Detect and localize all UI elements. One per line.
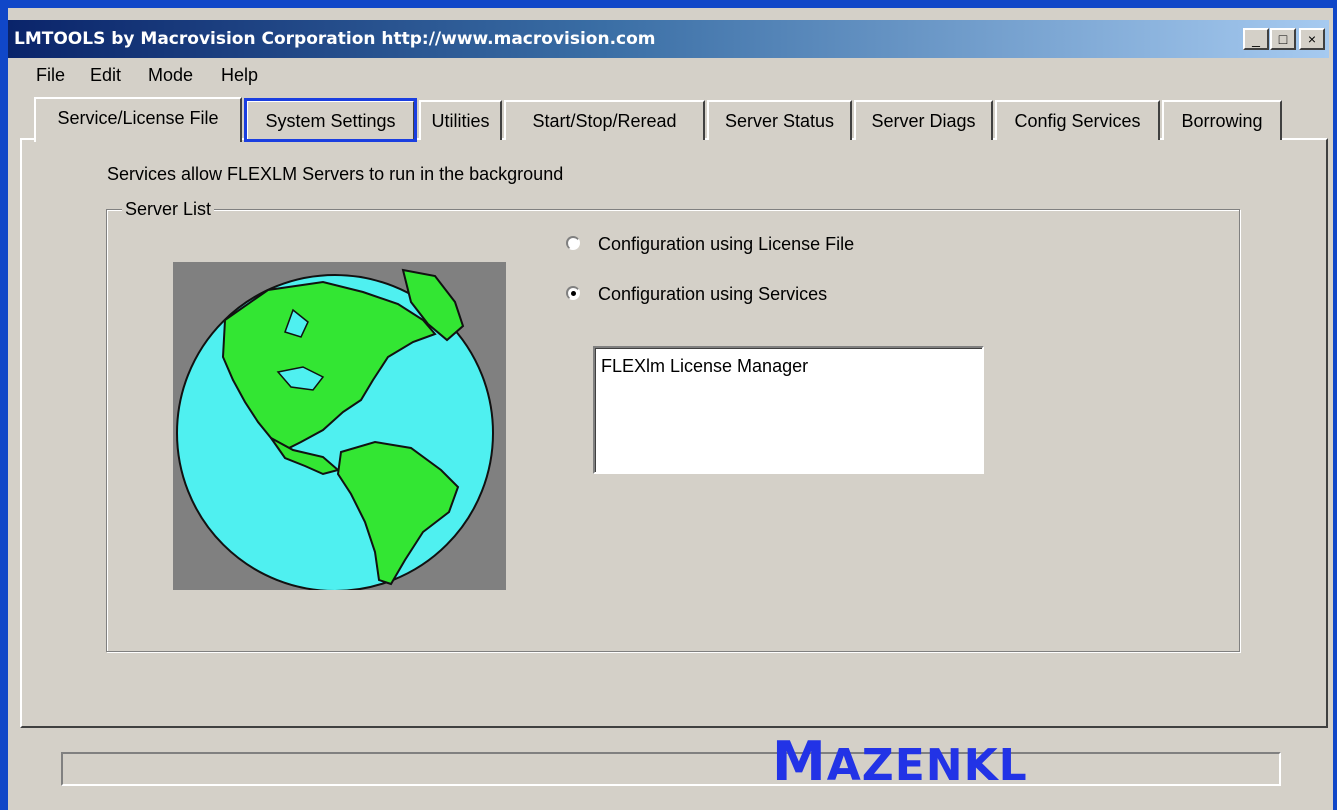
watermark-rest: AZENKL (826, 740, 1028, 791)
services-listbox[interactable]: FLEXlm License Manager (593, 346, 984, 474)
menu-edit[interactable]: Edit (90, 65, 121, 86)
minimize-button[interactable]: _ (1243, 28, 1269, 50)
watermark-logo: MAZENKL (772, 735, 1028, 789)
radio-license-file-indicator[interactable] (566, 236, 580, 250)
watermark-first: M (772, 730, 827, 793)
menu-mode[interactable]: Mode (148, 65, 193, 86)
tab-service-license-file[interactable]: Service/License File (34, 97, 242, 142)
menu-bar: File Edit Mode Help (8, 58, 1329, 92)
radio-license-file-label: Configuration using License File (598, 234, 855, 254)
status-bar (61, 752, 1281, 786)
radio-services-label: Configuration using Services (598, 284, 828, 304)
list-item[interactable]: FLEXlm License Manager (601, 356, 808, 377)
panel-description: Services allow FLEXLM Servers to run in … (107, 164, 564, 184)
tab-server-diags[interactable]: Server Diags (854, 100, 993, 140)
tab-server-status[interactable]: Server Status (707, 100, 852, 140)
tab-borrowing[interactable]: Borrowing (1162, 100, 1282, 140)
globe-icon (176, 268, 494, 592)
radio-services-indicator[interactable] (566, 286, 580, 300)
window-title: LMTOOLS by Macrovision Corporation http:… (14, 29, 656, 49)
tab-system-settings[interactable]: System Settings (244, 98, 417, 142)
tab-config-services[interactable]: Config Services (995, 100, 1160, 140)
menu-help[interactable]: Help (221, 65, 258, 86)
tab-start-stop-reread[interactable]: Start/Stop/Reread (504, 100, 705, 140)
maximize-button[interactable]: □ (1270, 28, 1296, 50)
tab-utilities[interactable]: Utilities (419, 100, 502, 140)
title-bar[interactable]: LMTOOLS by Macrovision Corporation http:… (8, 20, 1329, 58)
globe-image (173, 262, 506, 592)
server-list-label: Server List (122, 199, 215, 220)
menu-file[interactable]: File (36, 65, 65, 86)
close-button[interactable]: × (1299, 28, 1325, 50)
